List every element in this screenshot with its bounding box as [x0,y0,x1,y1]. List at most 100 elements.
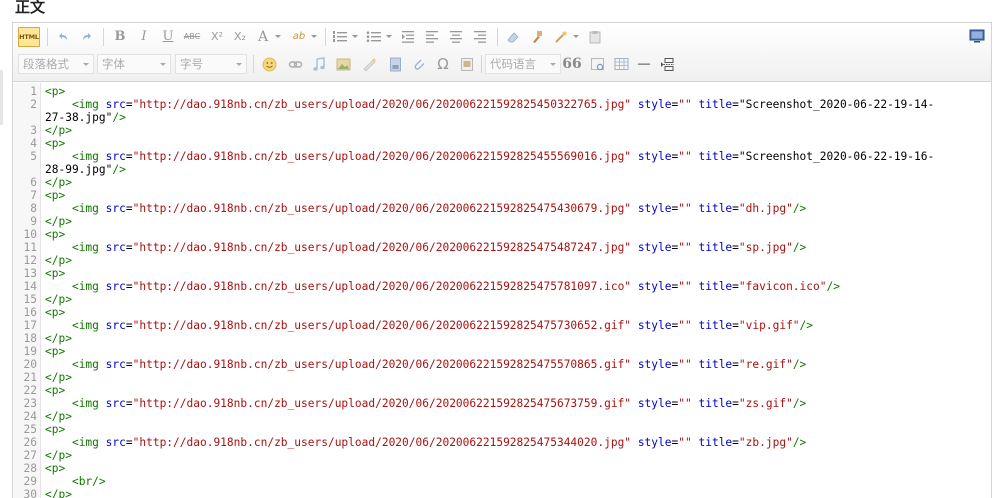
code-text: <p> [45,423,66,436]
line-number: 28 [23,462,37,475]
ordered-list-dropdown-icon[interactable] [352,35,358,38]
code-line: 30 </p> [13,488,991,498]
line-number: 25 [23,423,37,436]
bold-button[interactable]: B [111,27,129,47]
paragraph-format-value: 段落格式 [23,57,69,71]
font-size-select[interactable]: 字号 [175,54,247,74]
toolbar-separator [497,28,498,46]
rich-text-editor: HTML B I U ABC X² X₂ A ab 段落格式 字体 字号 Ω 代… [12,22,992,498]
code-text: <img src="http://dao.918nb.cn/zb_users/u… [71,436,807,449]
line-number: 20 [23,358,37,371]
sidebar-edge [0,70,3,125]
line-number: 29 [23,475,37,488]
html-source-button[interactable]: HTML [18,27,40,47]
font-family-select[interactable]: 字体 [97,54,171,74]
code-text: <img src="http://dao.918nb.cn/zb_users/u… [71,98,935,111]
indent-icon[interactable] [399,27,417,47]
line-number: 21 [23,371,37,384]
code-text: </p> [45,410,72,423]
code-line: 3 </p> [13,124,991,137]
image-icon[interactable] [333,54,355,74]
line-number: 22 [23,384,37,397]
code-line: 6 </p> [13,176,991,189]
code-line: 22 <p> [13,384,991,397]
code-line: 1 <p> [13,85,991,98]
code-text: </p> [45,293,72,306]
code-text: <p> [45,462,66,475]
code-text: <img src="http://dao.918nb.cn/zb_users/u… [71,358,807,371]
ordered-list-icon[interactable] [331,27,349,47]
code-line: 27-38.jpg"/> [13,111,991,124]
page-break-icon[interactable] [657,54,677,74]
paste-icon[interactable] [585,27,605,47]
table-icon[interactable] [611,54,631,74]
line-number: 17 [23,319,37,332]
code-text: </p> [45,332,72,345]
code-language-select[interactable]: 代码语言 [485,54,561,74]
font-size-value: 字号 [180,57,203,71]
format-brush-icon[interactable] [527,27,547,47]
underline-button[interactable]: U [159,27,177,47]
font-color-button[interactable]: A [255,27,271,47]
unordered-list-icon[interactable] [365,27,383,47]
highlight-dropdown-icon[interactable] [311,35,317,38]
emoji-icon[interactable] [259,54,279,74]
scrawl-icon[interactable] [359,54,379,74]
align-center-icon[interactable] [447,27,465,47]
code-lines: 1 <p> 2 <img src="http://dao.918nb.cn/zb_u… [13,85,991,498]
code-text: <img src="http://dao.918nb.cn/zb_users/u… [71,397,807,410]
chevron-down-icon [83,63,89,66]
line-number: 23 [23,397,37,410]
magic-wand-dropdown-icon[interactable] [573,35,579,38]
code-text: </p> [45,371,72,384]
code-line: 11 <img src="http://dao.918nb.cn/zb_user… [13,241,991,254]
line-number: 18 [23,332,37,345]
font-family-value: 字体 [102,57,125,71]
line-number: 12 [23,254,37,267]
blockquote-button[interactable]: 66 [562,54,581,74]
code-line: 20 <img src="http://dao.918nb.cn/zb_user… [13,358,991,371]
align-right-icon[interactable] [471,27,489,47]
align-left-icon[interactable] [423,27,441,47]
code-line: 5 <img src="http://dao.918nb.cn/zb_users… [13,150,991,163]
italic-button[interactable]: I [135,27,153,47]
paragraph-format-select[interactable]: 段落格式 [18,54,94,74]
undo-icon[interactable] [53,27,73,47]
attachment-icon[interactable] [409,54,429,74]
toolbar-separator [103,28,104,46]
chevron-down-icon [550,63,556,66]
code-line: 14 <img src="http://dao.918nb.cn/zb_user… [13,280,991,293]
font-color-dropdown-icon[interactable] [275,35,281,38]
fullscreen-monitor-icon[interactable] [969,29,985,48]
source-code-editor[interactable]: 1 <p> 2 <img src="http://dao.918nb.cn/zb_u… [13,83,991,498]
line-number: 1 [30,85,37,98]
music-icon[interactable] [309,54,329,74]
page-title: 正文 [15,0,46,16]
code-line: 23 <img src="http://dao.918nb.cn/zb_user… [13,397,991,410]
special-char-button[interactable]: Ω [433,54,453,74]
code-text: <p> [45,267,66,280]
code-text: <p> [45,306,66,319]
line-number: 11 [23,241,37,254]
code-text: <p> [45,137,66,150]
horizontal-rule-icon[interactable] [635,54,653,74]
subscript-button[interactable]: X₂ [230,27,250,47]
unordered-list-dropdown-icon[interactable] [386,35,392,38]
eraser-icon[interactable] [503,27,523,47]
redo-icon[interactable] [77,27,97,47]
line-number: 24 [23,410,37,423]
template-icon[interactable] [457,54,477,74]
code-line: 25 <p> [13,423,991,436]
preview-icon[interactable] [587,54,607,74]
superscript-button[interactable]: X² [207,27,227,47]
code-text: <p> [45,189,66,202]
code-line: 10 <p> [13,228,991,241]
document-icon[interactable] [385,54,405,74]
code-text: 27-38.jpg"/> [45,111,126,124]
line-number: 26 [23,436,37,449]
link-icon[interactable] [285,54,305,74]
highlight-button[interactable]: ab [288,27,310,47]
code-line: 4 <p> [13,137,991,150]
strikethrough-button[interactable]: ABC [181,27,203,47]
magic-wand-icon[interactable] [551,27,571,47]
